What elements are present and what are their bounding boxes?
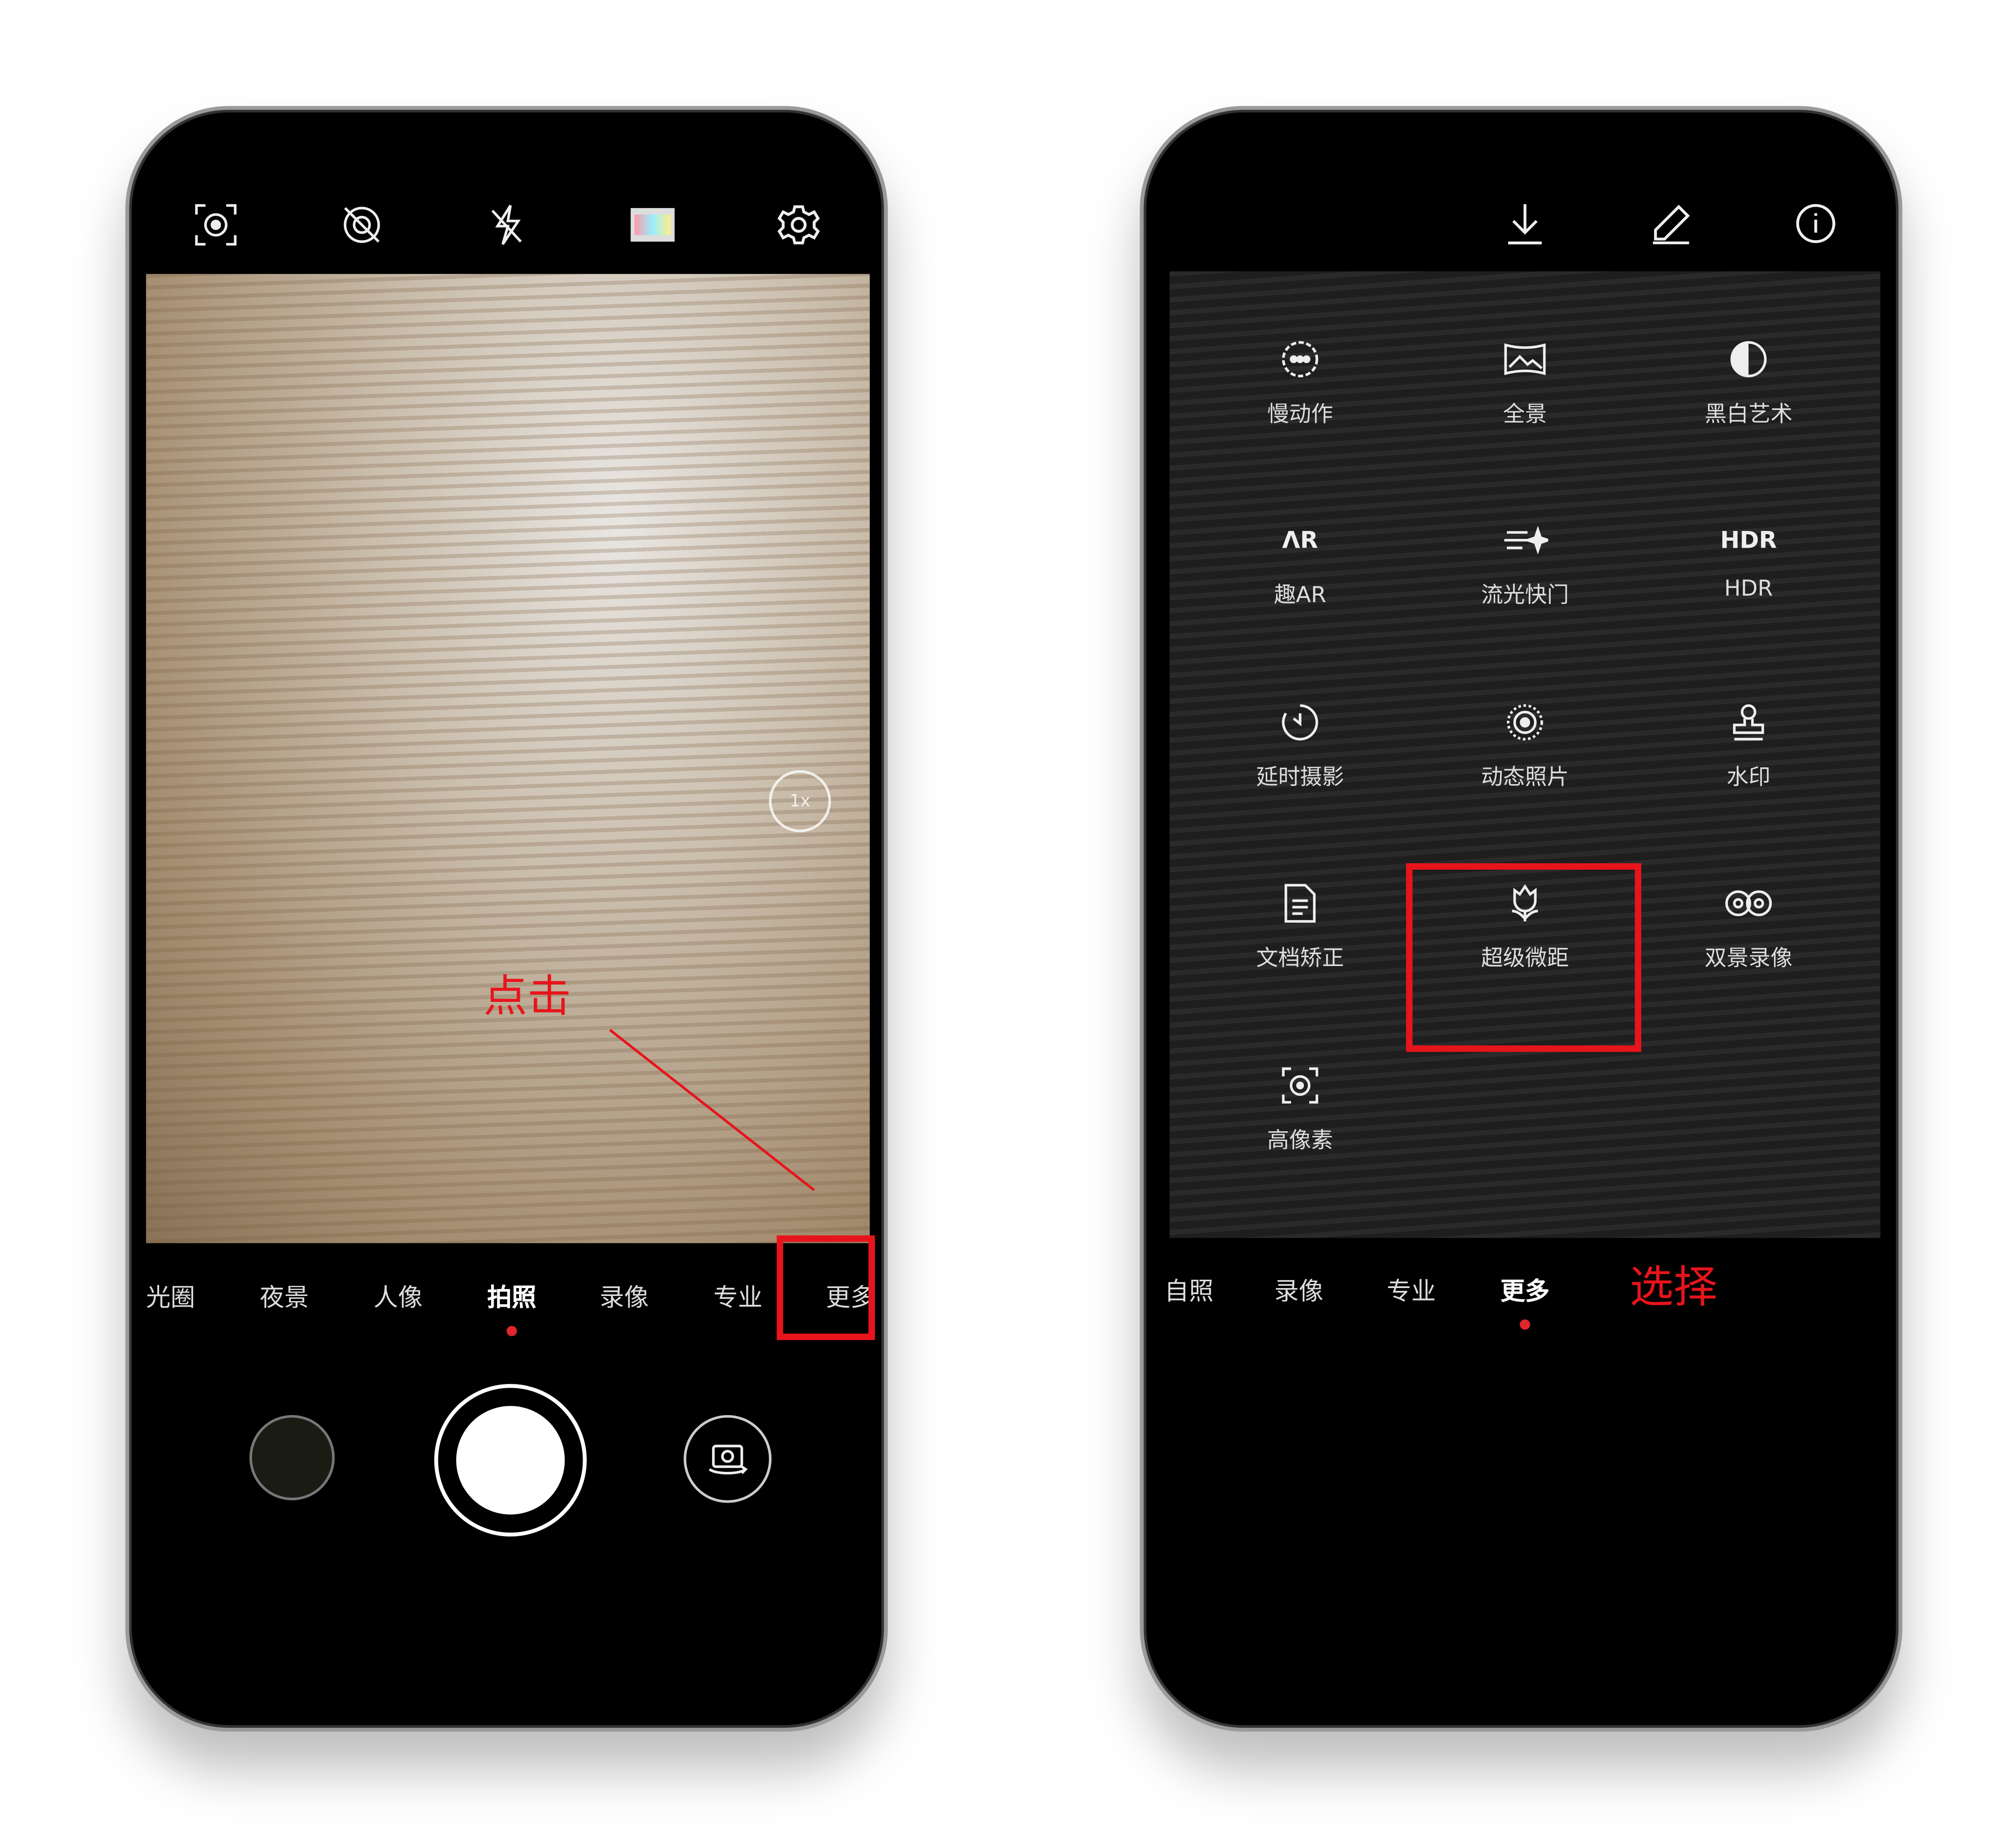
info-icon[interactable] bbox=[1795, 203, 1836, 249]
mode-tile-slow-motion[interactable]: 慢动作 bbox=[1203, 333, 1397, 428]
watermark-icon bbox=[1652, 697, 1846, 748]
high-res-icon bbox=[1203, 1060, 1397, 1111]
mode-tile-label: HDR bbox=[1724, 576, 1773, 603]
mode-tile-label: 趣AR bbox=[1274, 583, 1326, 609]
mode-tile-label: 流光快门 bbox=[1481, 583, 1569, 609]
mode-selfie[interactable]: 自照 bbox=[1164, 1272, 1214, 1307]
download-icon[interactable] bbox=[1505, 201, 1544, 251]
mode-tile-watermark[interactable]: 水印 bbox=[1652, 697, 1846, 791]
mode-tile-light-painting[interactable]: 流光快门 bbox=[1428, 514, 1622, 609]
mode-tile-label: 双景录像 bbox=[1704, 946, 1793, 972]
moving-picture-icon bbox=[1428, 697, 1622, 748]
edit-icon[interactable] bbox=[1650, 203, 1692, 249]
active-mode-indicator bbox=[1519, 1319, 1530, 1330]
mode-tile-high-res[interactable]: 高像素 bbox=[1203, 1060, 1397, 1154]
mode-tile-dual-view[interactable]: 双景录像 bbox=[1652, 878, 1846, 972]
mode-tile-timelapse[interactable]: 延时摄影 bbox=[1203, 697, 1397, 791]
light-painting-icon bbox=[1428, 514, 1622, 566]
mode-tile-label: 高像素 bbox=[1267, 1128, 1333, 1154]
monochrome-icon bbox=[1652, 333, 1846, 385]
annotation-select: 选择 bbox=[1629, 1262, 1718, 1314]
slow-motion-icon bbox=[1203, 333, 1397, 385]
mode-tile-label: 延时摄影 bbox=[1256, 765, 1344, 791]
mode-more[interactable]: 更多 bbox=[1500, 1272, 1550, 1307]
mode-tile-document[interactable]: 文档矫正 bbox=[1203, 878, 1397, 972]
hdr-icon: HDR bbox=[1720, 526, 1777, 554]
mode-tile-label: 慢动作 bbox=[1267, 402, 1333, 428]
mode-tile-moving-picture[interactable]: 动态照片 bbox=[1428, 697, 1622, 791]
mode-tile-panorama[interactable]: 全景 bbox=[1428, 333, 1622, 428]
mode-tile-monochrome[interactable]: 黑白艺术 bbox=[1652, 333, 1846, 428]
panorama-icon bbox=[1428, 333, 1622, 385]
mode-tile-ar[interactable]: ΛR 趣AR bbox=[1203, 514, 1397, 609]
more-modes-panel: 慢动作 全景 黑白艺术 ΛR 趣AR 流光快门 HDR HDR 延时摄影 动态照片 水印 文档矫正 超级… bbox=[1169, 271, 1881, 1238]
mode-tile-label: 文档矫正 bbox=[1256, 946, 1344, 972]
dual-view-icon bbox=[1652, 878, 1846, 929]
highlight-box-macro bbox=[1406, 863, 1641, 1052]
timelapse-icon bbox=[1203, 697, 1397, 748]
mode-tile-hdr[interactable]: HDR HDR bbox=[1652, 514, 1846, 602]
mode-tile-label: 黑白艺术 bbox=[1704, 402, 1793, 428]
mode-tile-label: 水印 bbox=[1727, 765, 1771, 791]
mode-tile-label: 全景 bbox=[1503, 402, 1547, 428]
document-icon bbox=[1203, 878, 1397, 929]
ar-icon: ΛR bbox=[1282, 526, 1318, 554]
mode-video[interactable]: 录像 bbox=[1274, 1272, 1324, 1307]
mode-pro[interactable]: 专业 bbox=[1387, 1272, 1436, 1307]
mode-tile-label: 动态照片 bbox=[1481, 765, 1569, 791]
